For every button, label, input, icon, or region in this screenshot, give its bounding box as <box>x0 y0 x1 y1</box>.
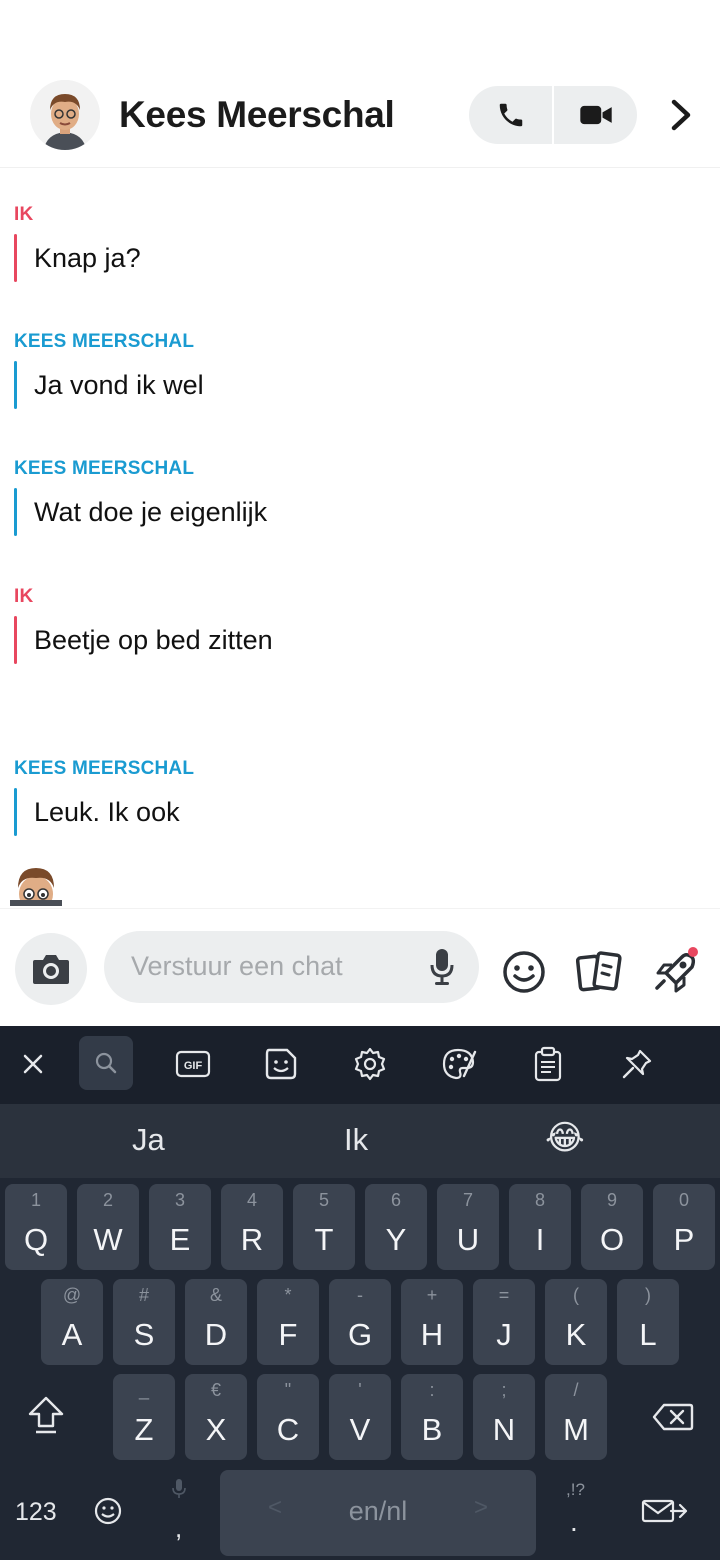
shift-icon <box>28 1396 64 1434</box>
clipboard-icon[interactable] <box>528 1044 568 1084</box>
numbers-key[interactable]: 123 <box>15 1498 57 1527</box>
key-z[interactable]: _ Z <box>113 1374 175 1460</box>
palette-icon[interactable] <box>439 1044 479 1084</box>
microphone-icon[interactable] <box>429 947 455 992</box>
key-c[interactable]: " C <box>257 1374 319 1460</box>
key-l[interactable]: ) L <box>617 1279 679 1365</box>
key-g[interactable]: -G <box>329 1279 391 1365</box>
key-h[interactable]: + H <box>401 1279 463 1365</box>
chat-composer: Verstuur een chat <box>0 908 720 1026</box>
key-t[interactable]: 5T <box>293 1184 355 1270</box>
camera-icon <box>33 955 69 984</box>
key-s[interactable]: # S <box>113 1279 175 1365</box>
close-icon[interactable] <box>13 1044 53 1084</box>
sticker-icon[interactable] <box>261 1044 301 1084</box>
chevron-right-icon[interactable] <box>662 96 700 134</box>
keyboard-toolbar: GIF <box>0 1026 720 1104</box>
gif-icon[interactable]: GIF <box>173 1044 213 1084</box>
message-sender: KEES MEERSCHAL <box>14 758 195 779</box>
suggestion-emoji[interactable]: 😂 <box>545 1118 585 1158</box>
soft-keyboard: GIF Ja Ik 😂 1 Q 2 W 3 E 4 R 5 T 6 Y 7 U … <box>0 1026 720 1560</box>
video-camera-icon <box>579 105 612 125</box>
key-r[interactable]: 4R <box>221 1184 283 1270</box>
contact-name[interactable]: Kees Meerschal <box>119 94 395 136</box>
chat-input-placeholder: Verstuur een chat <box>131 951 343 981</box>
typing-bitmoji-avatar <box>10 860 62 906</box>
video-call-button[interactable] <box>552 86 637 144</box>
period-key[interactable]: ,!? . <box>566 1480 585 1538</box>
key-m[interactable]: / M <box>545 1374 607 1460</box>
space-key[interactable]: < en/nl > <box>220 1470 536 1556</box>
key-b[interactable]: :B <box>401 1374 463 1460</box>
chat-input[interactable]: Verstuur een chat <box>104 931 479 1003</box>
message-sender: IK <box>14 586 34 607</box>
message-item[interactable]: KEES MEERSCHAL Ja vond ik wel <box>14 331 204 409</box>
chat-header: Kees Meerschal <box>0 0 720 168</box>
key-j[interactable]: = J <box>473 1279 535 1365</box>
key-w[interactable]: 2W <box>77 1184 139 1270</box>
backspace-icon <box>652 1403 694 1431</box>
backspace-key[interactable] <box>652 1402 694 1437</box>
message-text: Beetje op bed zitten <box>14 616 273 664</box>
suggestion-item[interactable]: Ja <box>132 1122 165 1158</box>
key-u[interactable]: 7U <box>437 1184 499 1270</box>
key-a[interactable]: @ A <box>41 1279 103 1365</box>
message-sender: KEES MEERSCHAL <box>14 458 195 479</box>
suggestion-bar: Ja Ik 😂 <box>0 1104 720 1178</box>
message-sender: IK <box>14 204 34 225</box>
enter-key[interactable] <box>641 1496 689 1531</box>
pin-icon[interactable] <box>617 1044 657 1084</box>
message-sender: KEES MEERSCHAL <box>14 331 195 352</box>
key-o[interactable]: 9O <box>581 1184 643 1270</box>
key-d[interactable]: & D <box>185 1279 247 1365</box>
message-text: Knap ja? <box>14 234 141 282</box>
key-x[interactable]: € X <box>185 1374 247 1460</box>
key-n[interactable]: ; N <box>473 1374 535 1460</box>
message-item[interactable]: IK Knap ja? <box>14 204 141 282</box>
key-v[interactable]: ' V <box>329 1374 391 1460</box>
call-buttons <box>469 86 637 144</box>
key-k[interactable]: (K <box>545 1279 607 1365</box>
contact-avatar[interactable] <box>30 80 100 150</box>
microphone-icon <box>172 1479 186 1498</box>
comma-key[interactable]: , <box>172 1478 186 1544</box>
search-icon[interactable] <box>79 1036 133 1090</box>
smiley-icon[interactable] <box>502 950 546 999</box>
camera-button[interactable] <box>15 933 87 1005</box>
emoji-icon <box>94 1497 122 1525</box>
rocket-icon[interactable] <box>652 945 702 1000</box>
phone-icon <box>499 103 522 127</box>
key-e[interactable]: 3E <box>149 1184 211 1270</box>
sticker-cards-icon[interactable] <box>575 949 624 1000</box>
message-item[interactable]: KEES MEERSCHAL Leuk. Ik ook <box>14 758 194 836</box>
settings-icon[interactable] <box>350 1044 390 1084</box>
emoji-key[interactable] <box>93 1496 123 1531</box>
key-f[interactable]: * F <box>257 1279 319 1365</box>
key-y[interactable]: 6Y <box>365 1184 427 1270</box>
key-q[interactable]: 1Q <box>5 1184 67 1270</box>
message-text: Wat doe je eigenlijk <box>14 488 267 536</box>
voice-call-button[interactable] <box>469 86 552 144</box>
space-key-label: en/nl <box>348 1496 408 1526</box>
shift-key[interactable] <box>26 1394 66 1441</box>
suggestion-item[interactable]: Ik <box>344 1122 368 1158</box>
key-i[interactable]: 8I <box>509 1184 571 1270</box>
message-text: Leuk. Ik ook <box>14 788 194 836</box>
message-item[interactable]: KEES MEERSCHAL Wat doe je eigenlijk <box>14 458 267 536</box>
language-next-icon: > <box>473 1494 488 1521</box>
svg-text:GIF: GIF <box>184 1060 203 1072</box>
chat-messages: IK Knap ja? KEES MEERSCHAL Ja vond ik we… <box>0 168 720 908</box>
message-item[interactable]: IK Beetje op bed zitten <box>14 586 273 664</box>
send-mail-icon <box>641 1499 688 1523</box>
key-p[interactable]: 0P <box>653 1184 715 1270</box>
message-text: Ja vond ik wel <box>14 361 204 409</box>
